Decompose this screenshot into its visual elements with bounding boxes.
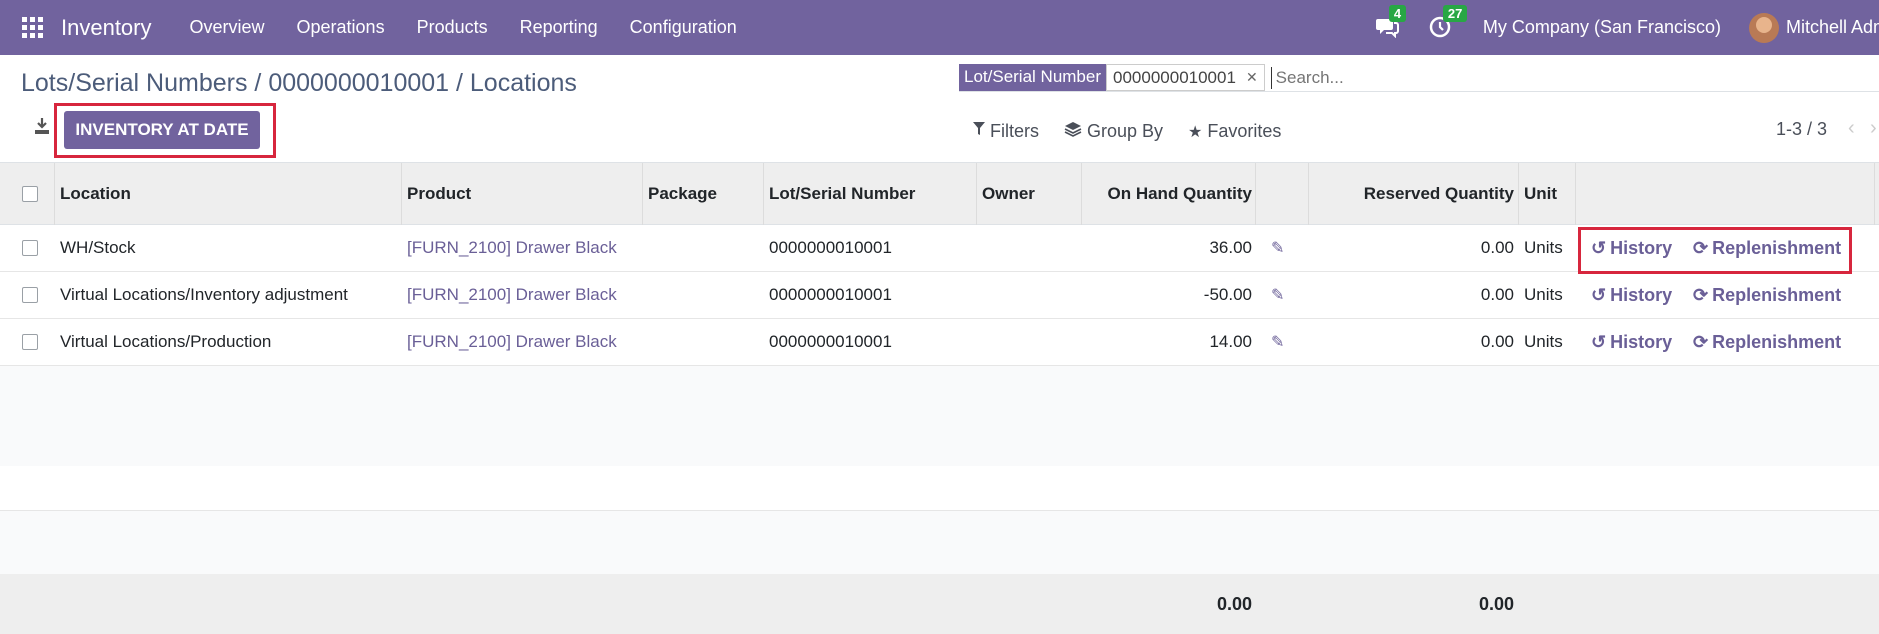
location-cell: Virtual Locations/Production — [60, 332, 272, 351]
product-link[interactable]: [FURN_2100] Drawer Black — [407, 319, 617, 365]
row-checkbox-cell — [22, 319, 38, 365]
pager-next-icon[interactable]: › — [1870, 117, 1877, 140]
history-icon: ↺ — [1591, 331, 1607, 352]
history-label: History — [1610, 331, 1673, 352]
header-owner[interactable]: Owner — [982, 163, 1035, 224]
lot-cell: 0000000010001 — [769, 238, 892, 257]
row-checkbox[interactable] — [22, 334, 38, 350]
row-checkbox[interactable] — [22, 240, 38, 256]
history-label: History — [1610, 284, 1673, 305]
group-by-label: Group By — [1087, 121, 1164, 141]
unit-cell: Units — [1524, 285, 1563, 304]
reserved-quantity-cell: 0.00 — [1480, 238, 1514, 257]
user-avatar[interactable] — [1749, 12, 1779, 43]
edit-pencil-icon[interactable]: ✎ — [1271, 272, 1284, 318]
reserved-quantity-cell: 0.00 — [1480, 285, 1514, 304]
location-cell: WH/Stock — [60, 238, 136, 257]
breadcrumb[interactable]: Lots/Serial Numbers / 0000000010001 / Lo… — [21, 69, 577, 98]
messages-icon[interactable]: 4 — [1375, 4, 1407, 40]
lot-cell: 0000000010001 — [769, 285, 892, 304]
star-icon: ★ — [1188, 123, 1203, 141]
select-all-checkbox-cell — [22, 163, 38, 224]
header-product[interactable]: Product — [407, 163, 471, 224]
header-on-hand-quantity[interactable]: On Hand Quantity — [1081, 163, 1253, 224]
empty-row — [0, 466, 1879, 511]
group-by-button[interactable]: Group By — [1064, 121, 1163, 142]
user-menu[interactable]: Mitchell Admin — [1786, 17, 1879, 38]
replenishment-button[interactable]: ⟳ Replenishment — [1693, 272, 1841, 318]
on-hand-quantity-cell: 14.00 — [1209, 332, 1252, 351]
app-name[interactable]: Inventory — [61, 15, 152, 41]
layers-icon — [1064, 121, 1082, 142]
header-package[interactable]: Package — [648, 163, 717, 224]
table-row[interactable]: Virtual Locations/Production [FURN_2100]… — [0, 319, 1879, 366]
control-panel: Lots/Serial Numbers / 0000000010001 / Lo… — [0, 55, 1879, 163]
menu-reporting[interactable]: Reporting — [504, 17, 614, 38]
activities-clock-icon[interactable]: 27 — [1429, 4, 1468, 40]
edit-pencil-icon[interactable]: ✎ — [1271, 319, 1284, 365]
apps-menu-icon[interactable] — [22, 16, 44, 39]
total-reserved-quantity: 0.00 — [1478, 593, 1514, 614]
menu-overview[interactable]: Overview — [174, 17, 281, 38]
history-icon: ↺ — [1591, 284, 1607, 305]
download-icon[interactable] — [34, 117, 50, 135]
replenishment-label: Replenishment — [1712, 284, 1842, 305]
search-facet-value: 0000000010001 — [1113, 67, 1236, 87]
search-options: Filters Group By ★ Favorites — [973, 121, 1306, 142]
totals-row: 0.00 0.00 — [0, 574, 1879, 634]
menu-configuration[interactable]: Configuration — [614, 17, 753, 38]
activities-count-badge: 27 — [1442, 4, 1468, 22]
pager-previous-icon[interactable]: ‹ — [1848, 117, 1855, 140]
total-on-hand-quantity: 0.00 — [1216, 593, 1252, 614]
table-row[interactable]: Virtual Locations/Inventory adjustment [… — [0, 272, 1879, 319]
lot-cell: 0000000010001 — [769, 332, 892, 351]
header-lot-serial[interactable]: Lot/Serial Number — [769, 163, 915, 224]
inventory-at-date-button[interactable]: INVENTORY AT DATE — [64, 111, 260, 149]
table-header: Location Product Package Lot/Serial Numb… — [0, 163, 1879, 225]
company-switcher[interactable]: My Company (San Francisco) — [1483, 17, 1721, 38]
unit-cell: Units — [1524, 238, 1563, 257]
systray: 4 27 My Company (San Francisco) Mitchell… — [1375, 0, 1879, 55]
history-button[interactable]: ↺ History — [1591, 319, 1672, 365]
search-input[interactable] — [1270, 66, 1571, 89]
row-checkbox-cell — [22, 272, 38, 318]
header-unit[interactable]: Unit — [1524, 163, 1557, 224]
select-all-checkbox[interactable] — [22, 185, 38, 202]
main-menu: Overview Operations Products Reporting C… — [174, 17, 753, 38]
on-hand-quantity-cell: -50.00 — [1203, 285, 1252, 304]
location-cell: Virtual Locations/Inventory adjustment — [60, 285, 348, 304]
header-location[interactable]: Location — [60, 163, 131, 224]
product-link[interactable]: [FURN_2100] Drawer Black — [407, 272, 617, 318]
menu-products[interactable]: Products — [401, 17, 504, 38]
filters-button[interactable]: Filters — [973, 121, 1039, 142]
row-checkbox[interactable] — [22, 287, 38, 303]
unit-cell: Units — [1524, 332, 1563, 351]
search-facet: 0000000010001 ✕ — [1106, 64, 1265, 91]
refresh-icon: ⟳ — [1693, 331, 1709, 352]
filter-icon — [973, 122, 985, 141]
reserved-quantity-cell: 0.00 — [1480, 332, 1514, 351]
replenishment-label: Replenishment — [1712, 331, 1842, 352]
pager-value[interactable]: 1-3 / 3 — [1776, 119, 1827, 140]
on-hand-quantity-cell: 36.00 — [1209, 238, 1252, 257]
refresh-icon: ⟳ — [1693, 284, 1709, 305]
highlight-box-row-actions — [1578, 227, 1852, 274]
facet-remove-icon[interactable]: ✕ — [1246, 69, 1258, 86]
top-navbar: Inventory Overview Operations Products R… — [0, 0, 1879, 55]
search-facet-label: Lot/Serial Number — [959, 64, 1107, 91]
history-button[interactable]: ↺ History — [1591, 272, 1672, 318]
edit-pencil-icon[interactable]: ✎ — [1271, 225, 1284, 271]
header-reserved-quantity[interactable]: Reserved Quantity — [1308, 163, 1514, 224]
messages-count-badge: 4 — [1388, 4, 1407, 22]
favorites-button[interactable]: ★ Favorites — [1188, 121, 1281, 142]
replenishment-button[interactable]: ⟳ Replenishment — [1693, 319, 1841, 365]
product-link[interactable]: [FURN_2100] Drawer Black — [407, 225, 617, 271]
menu-operations[interactable]: Operations — [281, 17, 401, 38]
search-bar: Lot/Serial Number 0000000010001 ✕ — [959, 64, 1879, 92]
row-checkbox-cell — [22, 225, 38, 271]
filters-label: Filters — [990, 121, 1039, 141]
favorites-label: Favorites — [1207, 121, 1282, 141]
